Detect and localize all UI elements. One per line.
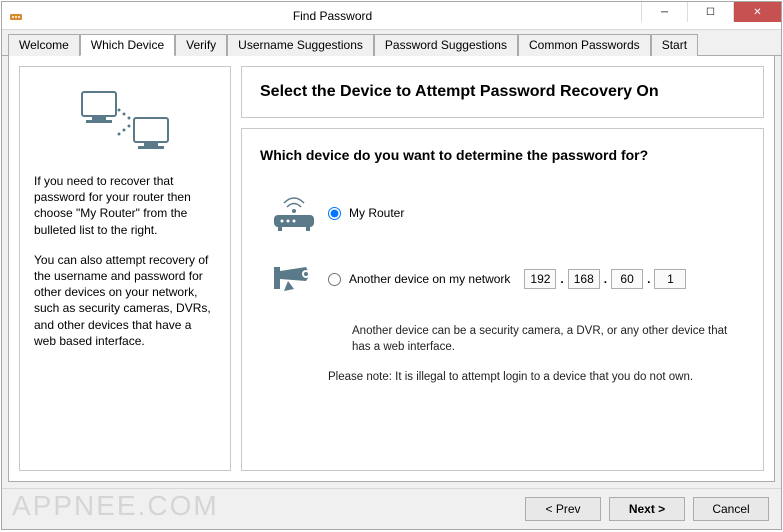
maximize-icon: ☐ xyxy=(706,7,715,18)
info-panel: If you need to recover that password for… xyxy=(19,66,231,471)
radio-my-router[interactable] xyxy=(328,207,341,220)
tab-welcome[interactable]: Welcome xyxy=(8,34,80,56)
tabstrip: Welcome Which Device Verify Username Sug… xyxy=(2,30,781,56)
network-diagram-icon xyxy=(34,81,216,161)
minimize-button[interactable]: ─ xyxy=(641,2,687,22)
close-button[interactable]: ✕ xyxy=(733,2,781,22)
minimize-icon: ─ xyxy=(661,7,668,18)
window-controls: ─ ☐ ✕ xyxy=(641,2,781,29)
note-other-device: Another device can be a security camera,… xyxy=(352,323,745,355)
form-box: Which device do you want to determine th… xyxy=(241,128,764,471)
tab-password-suggestions[interactable]: Password Suggestions xyxy=(374,34,518,56)
app-window: Find Password ─ ☐ ✕ Welcome Which Device… xyxy=(1,1,782,530)
ip-address-input: . . . xyxy=(524,269,686,289)
next-button[interactable]: Next > xyxy=(609,497,685,521)
window-title: Find Password xyxy=(24,9,641,23)
titlebar: Find Password ─ ☐ ✕ xyxy=(2,2,781,30)
radio-other-device[interactable] xyxy=(328,273,341,286)
note-legal: Please note: It is illegal to attempt lo… xyxy=(328,371,745,383)
tab-which-device[interactable]: Which Device xyxy=(80,34,175,56)
tab-verify[interactable]: Verify xyxy=(175,34,227,56)
ip-dot: . xyxy=(560,272,563,286)
info-paragraph-2: You can also attempt recovery of the use… xyxy=(34,252,216,349)
page-heading: Select the Device to Attempt Password Re… xyxy=(260,83,745,101)
ip-octet-3[interactable] xyxy=(611,269,643,289)
tab-username-suggestions[interactable]: Username Suggestions xyxy=(227,34,374,56)
page-heading-box: Select the Device to Attempt Password Re… xyxy=(241,66,764,118)
wizard-footer: < Prev Next > Cancel xyxy=(2,488,781,529)
ip-octet-2[interactable] xyxy=(568,269,600,289)
option-row-router: My Router xyxy=(260,191,745,235)
main-panel: Select the Device to Attempt Password Re… xyxy=(241,66,764,471)
router-icon xyxy=(260,191,328,235)
info-paragraph-1: If you need to recover that password for… xyxy=(34,173,216,238)
tab-common-passwords[interactable]: Common Passwords xyxy=(518,34,651,56)
cancel-button[interactable]: Cancel xyxy=(693,497,769,521)
label-other-device: Another device on my network xyxy=(349,272,510,286)
app-icon xyxy=(8,8,24,24)
option-row-other: Another device on my network . . . xyxy=(260,259,745,299)
ip-dot: . xyxy=(604,272,607,286)
maximize-button[interactable]: ☐ xyxy=(687,2,733,22)
form-question: Which device do you want to determine th… xyxy=(260,147,745,163)
ip-octet-1[interactable] xyxy=(524,269,556,289)
close-icon: ✕ xyxy=(753,7,761,18)
label-my-router: My Router xyxy=(349,206,404,220)
prev-button[interactable]: < Prev xyxy=(525,497,601,521)
ip-dot: . xyxy=(647,272,650,286)
content-area: If you need to recover that password for… xyxy=(8,56,775,482)
camera-icon xyxy=(260,259,328,299)
ip-octet-4[interactable] xyxy=(654,269,686,289)
tab-start[interactable]: Start xyxy=(651,34,698,56)
